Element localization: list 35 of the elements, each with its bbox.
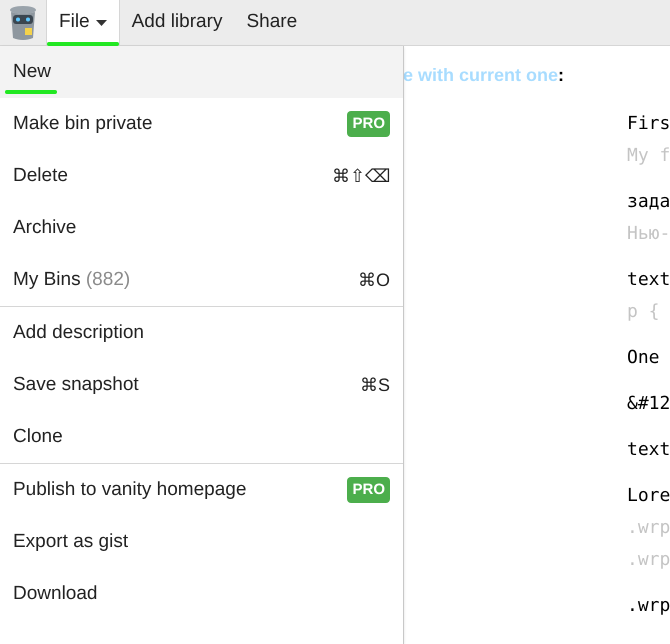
- menu-item[interactable]: Make bin private PRO: [0, 98, 403, 150]
- code-line: Нью-: [627, 222, 670, 246]
- menu-item[interactable]: Clone: [0, 411, 403, 463]
- code-line: зада: [627, 190, 670, 214]
- code-line: text: [627, 438, 670, 462]
- pro-badge: PRO: [347, 476, 390, 504]
- menu-item[interactable]: Export as gist: [0, 516, 403, 568]
- menu-item[interactable]: Publish to vanity homepage PRO: [0, 464, 403, 516]
- shortcut-text: ⌘O: [358, 268, 390, 292]
- caret-icon: [96, 20, 107, 26]
- menu-item[interactable]: My Bins (882) ⌘O: [0, 254, 403, 306]
- code-line: One: [627, 346, 661, 370]
- shortcut-text: ⌘S: [360, 374, 390, 396]
- heading-text: e with current one:: [403, 65, 564, 85]
- code-line: .wrp: [627, 594, 670, 618]
- menu-item[interactable]: Save snapshot ⌘S: [0, 359, 403, 411]
- menu-tab[interactable]: Add library: [120, 0, 234, 45]
- menu-tab[interactable]: Share: [234, 0, 310, 45]
- code-line: My f: [627, 144, 670, 168]
- code-line: .wrp: [627, 516, 670, 540]
- code-line: .wrp: [627, 548, 670, 572]
- code-line: p {: [627, 300, 661, 324]
- code-line: &#12: [627, 392, 670, 416]
- code-line: text: [627, 268, 670, 292]
- pro-badge: PRO: [347, 110, 390, 138]
- menu-item[interactable]: Download: [0, 568, 403, 620]
- menu-item[interactable]: Delete ⌘⇧⌫: [0, 150, 403, 202]
- trash-can-robot-icon[interactable]: [8, 4, 38, 40]
- menu-item[interactable]: Add description: [0, 307, 403, 359]
- menu-item[interactable]: Archive: [0, 202, 403, 254]
- menu-item[interactable]: New: [0, 46, 403, 98]
- menu-tab[interactable]: File: [46, 0, 120, 45]
- shortcut-text: ⌘⇧⌫: [332, 164, 390, 188]
- code-line: Firs: [627, 112, 670, 136]
- code-line: Lore: [627, 484, 670, 508]
